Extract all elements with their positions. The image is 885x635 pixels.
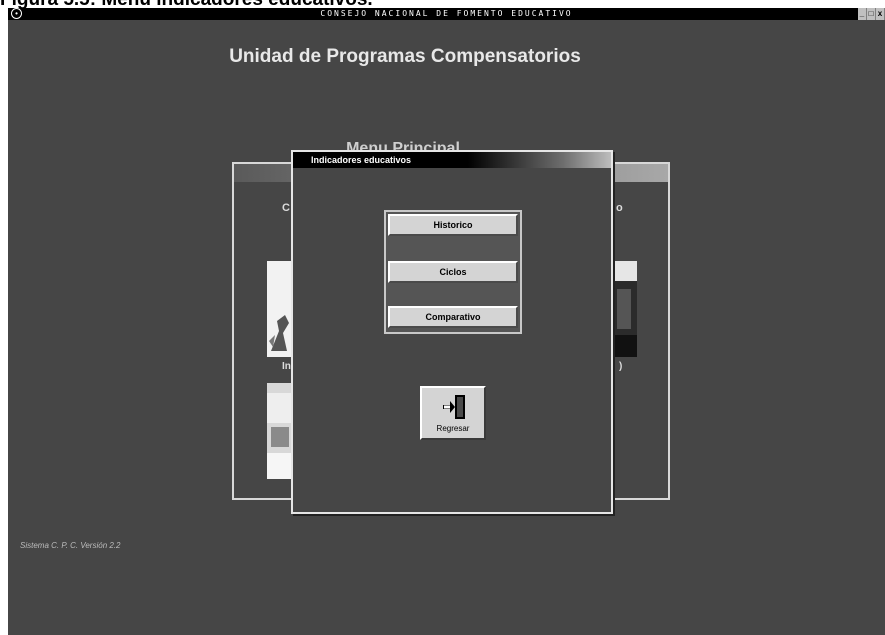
menu-label-left-mid: In bbox=[282, 361, 291, 372]
app-title: Unidad de Programas Compensatorios bbox=[229, 46, 581, 67]
regresar-button[interactable]: Regresar bbox=[420, 386, 486, 440]
window-controls: _ □ x bbox=[858, 8, 885, 20]
window-title: CONSEJO NACIONAL DE FOMENTO EDUCATIVO bbox=[320, 9, 573, 18]
exit-door-icon bbox=[443, 395, 465, 419]
app-window: • CONSEJO NACIONAL DE FOMENTO EDUCATIVO … bbox=[8, 8, 885, 635]
menu-image-right-top[interactable] bbox=[611, 261, 637, 357]
maximize-button[interactable]: □ bbox=[867, 8, 876, 20]
comparativo-button[interactable]: Comparativo bbox=[388, 306, 518, 328]
ciclos-button[interactable]: Ciclos bbox=[388, 261, 518, 283]
regresar-label: Regresar bbox=[436, 424, 470, 433]
menu-label-left-top: C bbox=[282, 202, 290, 214]
dialog-titlebar: Indicadores educativos bbox=[293, 152, 611, 168]
window-titlebar: • CONSEJO NACIONAL DE FOMENTO EDUCATIVO … bbox=[8, 8, 885, 20]
historico-button[interactable]: Historico bbox=[388, 214, 518, 236]
minimize-button[interactable]: _ bbox=[858, 8, 867, 20]
menu-label-right-mid: ) bbox=[619, 361, 623, 372]
figure-caption: Figura 5.5: Menú indicadores educativos. bbox=[0, 0, 373, 8]
dialog-title: Indicadores educativos bbox=[311, 155, 412, 165]
menu-label-right-top: o bbox=[616, 202, 623, 214]
indicator-button-group: Historico Ciclos Comparativo bbox=[384, 210, 522, 334]
close-button[interactable]: x bbox=[876, 8, 885, 20]
version-label: Sistema C. P. C. Versión 2.2 bbox=[20, 541, 121, 550]
indicadores-dialog: Indicadores educativos Historico Ciclos … bbox=[291, 150, 613, 514]
